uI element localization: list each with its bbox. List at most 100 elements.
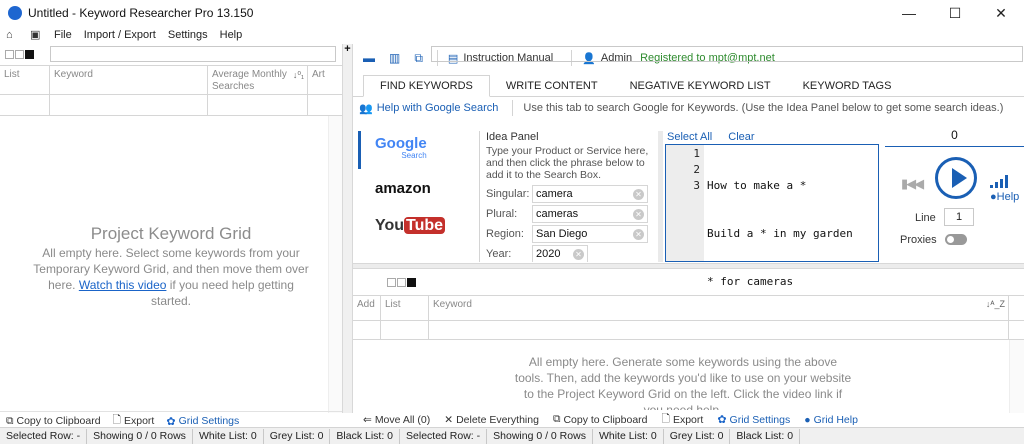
engine-google[interactable]: Google Search xyxy=(358,131,479,169)
project-grid-scrollbar[interactable] xyxy=(328,116,342,413)
button-label: Grid Help xyxy=(813,413,858,426)
link-label: Help xyxy=(996,191,1020,203)
expand-icon[interactable]: + xyxy=(343,44,352,55)
search-phrase[interactable]: How to make a * xyxy=(707,178,853,194)
clear-icon[interactable]: ✕ xyxy=(573,249,584,260)
sort-icon[interactable]: ↓⁰₁ xyxy=(293,69,304,81)
plural-input[interactable]: cameras ✕ xyxy=(532,205,648,223)
clear-link[interactable]: Clear xyxy=(728,131,754,143)
line-number-gutter: 1 2 3 xyxy=(666,145,704,261)
grid-help-button[interactable]: ● Grid Help xyxy=(804,414,858,426)
column-add[interactable]: Add xyxy=(353,296,381,320)
sort-icon[interactable]: ↓ᴬ_Z xyxy=(986,299,1005,309)
grid-settings-button[interactable]: ✿ Grid Settings xyxy=(166,415,239,428)
region-row: Region: San Diego ✕ xyxy=(486,224,656,244)
tab-find-keywords[interactable]: FIND KEYWORDS xyxy=(363,75,490,97)
clear-icon[interactable]: ✕ xyxy=(633,209,644,220)
move-all-button[interactable]: ⇐ Move All (0) xyxy=(363,414,430,426)
status-grey-list: Grey List: 0 xyxy=(664,428,731,444)
black-list-filter[interactable] xyxy=(407,277,416,287)
year-input[interactable]: 2020 ✕ xyxy=(532,245,588,262)
proxies-toggle[interactable] xyxy=(945,234,967,245)
panel-splitter[interactable]: + xyxy=(342,44,353,413)
project-grid-filter-input[interactable] xyxy=(50,46,336,62)
clear-icon[interactable]: ✕ xyxy=(633,189,644,200)
help-google-search-link[interactable]: 👥 Help with Google Search xyxy=(359,102,498,115)
proxies-label: Proxies xyxy=(900,234,937,246)
white-list-filter[interactable] xyxy=(387,277,396,287)
menu-file[interactable]: File xyxy=(54,29,72,41)
search-phrase[interactable]: Build a * in my garden xyxy=(707,226,853,242)
tab-write-content[interactable]: WRITE CONTENT xyxy=(490,75,614,97)
tab-negative-keyword-list[interactable]: NEGATIVE KEYWORD LIST xyxy=(614,75,787,97)
export-icon: 🗋 xyxy=(661,412,670,425)
users-icon: 👥 xyxy=(359,102,373,115)
minimize-panel-icon[interactable]: ▬ xyxy=(363,51,375,65)
clipboard-icon: ⧉ xyxy=(552,413,561,425)
grid-settings-button[interactable]: ✿ Grid Settings xyxy=(717,413,790,427)
idea-panel-scrollbar[interactable] xyxy=(658,131,663,262)
grey-list-filter[interactable] xyxy=(397,277,406,287)
close-button[interactable]: ✕ xyxy=(978,0,1024,26)
play-button[interactable] xyxy=(935,157,977,199)
minimize-button[interactable]: — xyxy=(886,0,932,26)
delete-everything-button[interactable]: ✕ Delete Everything xyxy=(444,414,539,426)
amazon-logo: amazon xyxy=(375,179,431,197)
field-label: Singular: xyxy=(486,188,530,200)
engine-amazon[interactable]: amazon xyxy=(358,169,479,207)
export-button[interactable]: 🗋 Export xyxy=(662,411,704,429)
project-grid-empty-state: Project Keyword Grid All empty here. Sel… xyxy=(0,225,342,309)
menu-import-export[interactable]: Import / Export xyxy=(84,29,156,41)
white-list-filter[interactable] xyxy=(5,49,14,59)
copy-to-clipboard-button[interactable]: ⧉ Copy to Clipboard xyxy=(553,413,648,426)
watch-video-link[interactable]: Watch this video xyxy=(79,278,167,292)
search-box-editor[interactable]: 1 2 3 How to make a * Build a * in my ga… xyxy=(665,144,879,288)
table-row[interactable] xyxy=(0,95,342,116)
field-label: Plural: xyxy=(486,208,518,220)
region-input[interactable]: San Diego ✕ xyxy=(532,225,648,243)
horizontal-splitter[interactable] xyxy=(353,263,1024,269)
window-icon[interactable]: ⧉ xyxy=(414,51,423,66)
column-art[interactable]: Art xyxy=(308,66,342,94)
line-input[interactable]: 1 xyxy=(944,208,974,226)
keyword-grid-toolbar xyxy=(353,272,1024,292)
keyword-grid-filter-input[interactable] xyxy=(431,46,1023,62)
column-keyword[interactable]: Keyword ↓ᴬ_Z xyxy=(429,296,1009,320)
column-list[interactable]: List xyxy=(381,296,429,320)
column-label: Average Monthly Searches xyxy=(212,69,287,92)
grey-list-filter[interactable] xyxy=(15,49,24,59)
table-cell xyxy=(381,321,429,339)
select-all-link[interactable]: Select All xyxy=(667,131,712,143)
line-label: Line xyxy=(915,212,936,224)
status-bar: Selected Row: - Showing 0 / 0 Rows White… xyxy=(0,427,1024,444)
menu-settings[interactable]: Settings xyxy=(168,29,208,41)
keyword-grid-scrollbar[interactable] xyxy=(1009,340,1024,413)
home-icon[interactable]: ⌂ xyxy=(6,29,18,41)
black-list-filter[interactable] xyxy=(25,49,34,59)
search-phrases[interactable]: How to make a * Build a * in my garden *… xyxy=(704,145,853,288)
tab-keyword-tags[interactable]: KEYWORD TAGS xyxy=(787,75,908,97)
help-hint: Use this tab to search Google for Keywor… xyxy=(523,102,1004,114)
engine-youtube[interactable]: You Tube xyxy=(358,207,479,245)
progress-bar xyxy=(885,146,1024,147)
menu-help[interactable]: Help xyxy=(220,29,243,41)
window-title: Untitled - Keyword Researcher Pro 13.150 xyxy=(28,6,254,20)
idea-panel-description: Type your Product or Service here, and t… xyxy=(486,145,649,181)
copy-to-clipboard-button[interactable]: ⧉ Copy to Clipboard xyxy=(6,415,101,428)
column-keyword[interactable]: Keyword xyxy=(50,66,208,94)
previous-icon[interactable]: ▮◀◀ xyxy=(901,176,924,192)
maximize-button[interactable]: ☐ xyxy=(932,0,978,26)
table-cell xyxy=(0,95,50,115)
table-row[interactable] xyxy=(353,321,1024,340)
help-link[interactable]: ●Help xyxy=(990,191,1019,203)
layout-columns-icon[interactable]: ▥ xyxy=(389,51,400,65)
column-average-monthly-searches[interactable]: Average Monthly Searches ↓⁰₁ xyxy=(208,66,308,94)
column-list[interactable]: List xyxy=(0,66,50,94)
signal-bars-icon xyxy=(990,174,1008,188)
clear-icon[interactable]: ✕ xyxy=(633,229,644,240)
empty-state-tail: if you need help getting started. xyxy=(150,278,294,308)
table-cell xyxy=(353,321,381,339)
save-icon[interactable]: ▣ xyxy=(30,29,42,41)
table-cell xyxy=(208,95,308,115)
singular-input[interactable]: camera ✕ xyxy=(532,185,648,203)
